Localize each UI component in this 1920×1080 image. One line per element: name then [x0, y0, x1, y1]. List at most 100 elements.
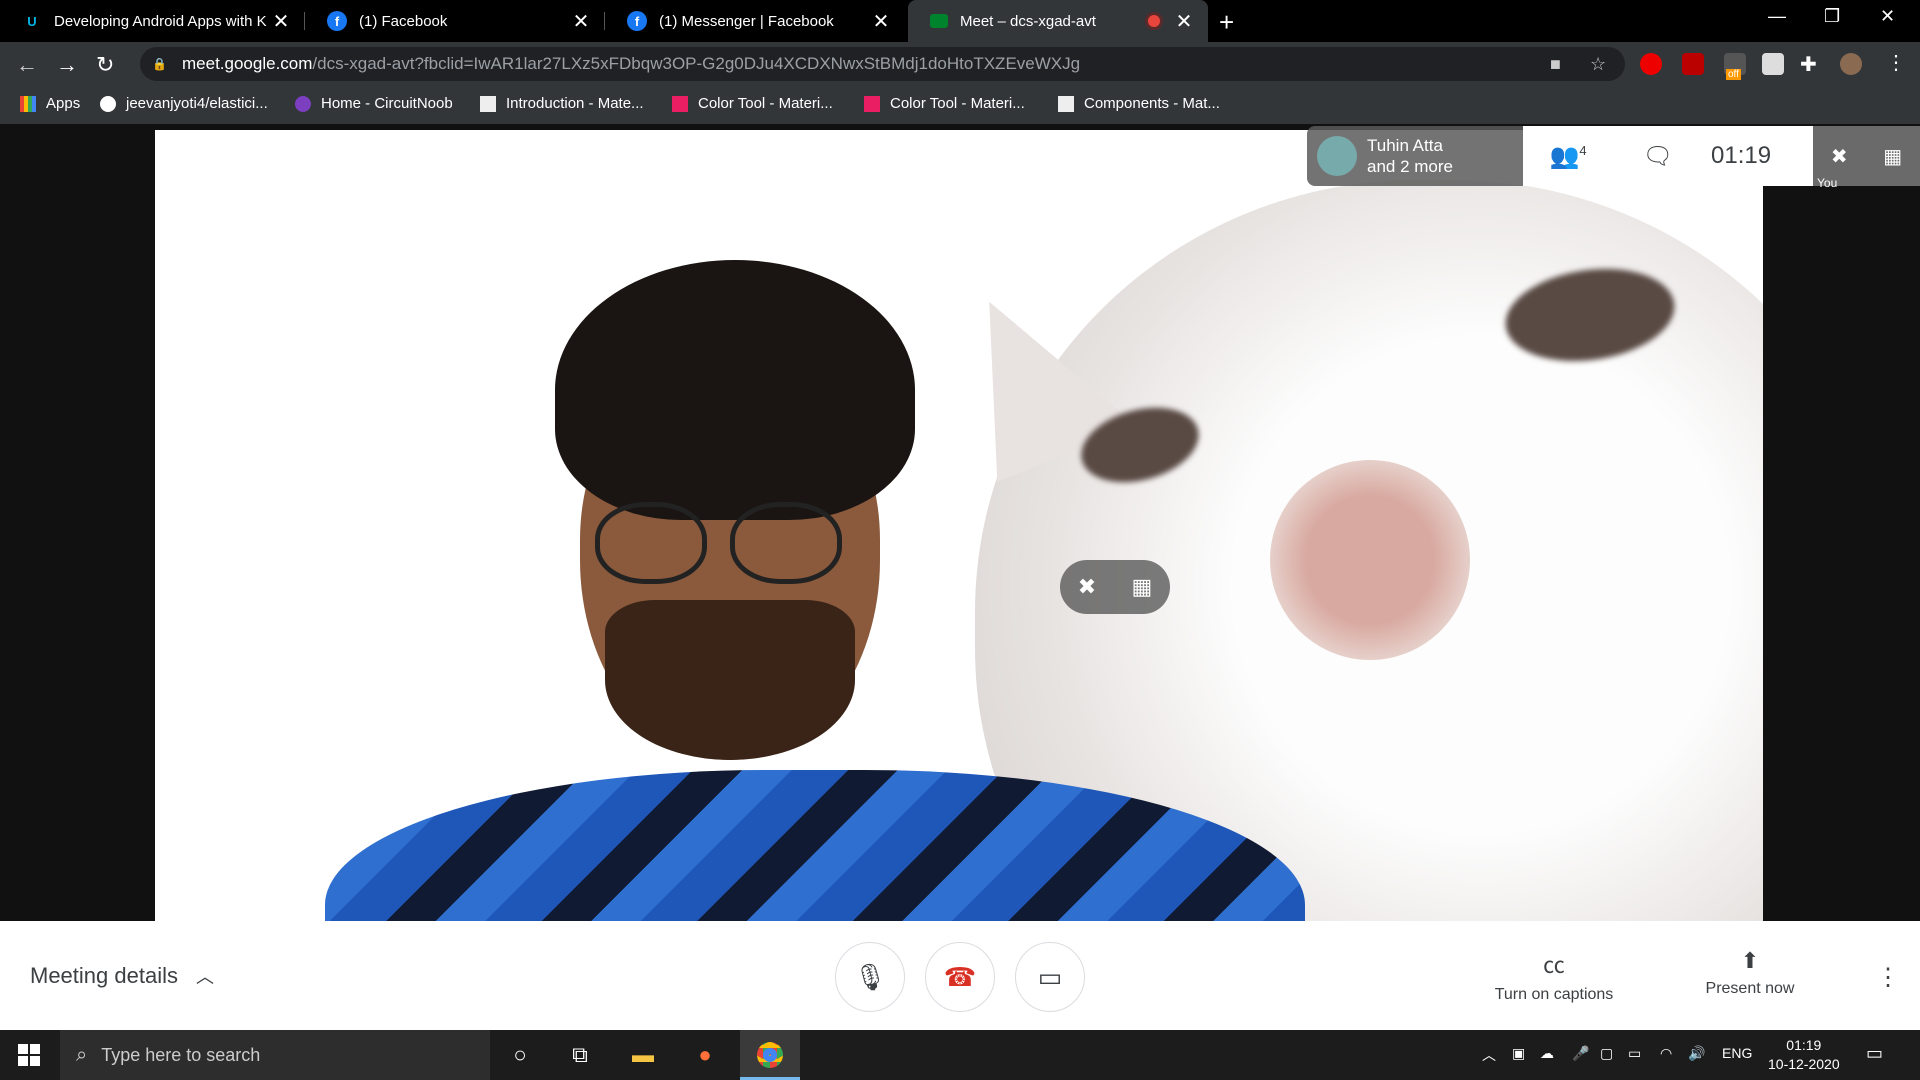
chrome-icon[interactable] — [755, 1040, 785, 1070]
captions-label: Turn on captions — [1494, 986, 1614, 1003]
new-tab-button[interactable]: + — [1219, 7, 1234, 38]
person-hair — [555, 260, 915, 520]
microphone-tray-icon[interactable]: 🎤 — [1572, 1045, 1589, 1062]
meet-bottom-bar: Meeting details ︿ 🎙 ☎ ▭ ㏄ Turn on captio… — [0, 921, 1920, 1030]
extension-badge: off — [1726, 69, 1741, 80]
udacity-icon: U — [27, 13, 37, 29]
glasses-right-lens — [730, 502, 842, 584]
onedrive-icon[interactable]: ☁ — [1540, 1045, 1554, 1062]
grid-icon[interactable]: ▦ — [1132, 574, 1153, 600]
self-label: You — [1817, 176, 1838, 190]
people-button[interactable]: 👥4 — [1523, 142, 1613, 171]
chat-button[interactable]: 🗨 — [1613, 142, 1703, 171]
closed-captions-icon: ㏄ — [1542, 953, 1565, 978]
clock-date: 10-12-2020 — [1768, 1056, 1840, 1072]
more-options-icon[interactable]: ⋮ — [1876, 963, 1900, 992]
chevron-up-icon: ︿ — [195, 967, 214, 987]
bookmarks-bar: Apps jeevanjyoti4/elastici... Home - Cir… — [0, 86, 1920, 124]
facebook-icon: f — [627, 11, 647, 31]
back-icon[interactable]: ← — [16, 52, 38, 78]
meet-stage: ✖ ▦ Tuhin Atta and 2 more 👥4 🗨 01:19 ✖ ▦… — [0, 124, 1920, 921]
address-bar[interactable]: 🔒 meet.google.com/dcs-xgad-avt?fbclid=Iw… — [140, 47, 1625, 81]
show-hidden-icons-icon[interactable]: ︿ — [1482, 1045, 1496, 1065]
tab-google-meet[interactable]: Meet – dcs-xgad-avt ✕ — [908, 0, 1208, 42]
file-explorer-icon[interactable]: ▬ — [628, 1040, 658, 1070]
unpin-icon[interactable]: ✖ — [1078, 574, 1096, 600]
person-beard — [605, 600, 855, 760]
glasses-left-lens — [595, 502, 707, 584]
taskbar-search[interactable]: ⌕ Type here to search — [60, 1030, 490, 1080]
tab-title: (1) Facebook — [359, 12, 448, 30]
camera-button[interactable]: ▭ — [1015, 942, 1085, 1012]
present-now-button[interactable]: ⬆ Present now — [1690, 948, 1810, 998]
tab-title: Developing Android Apps with K — [54, 12, 267, 30]
bookmark-color-tool-1[interactable]: Color Tool - Materi... — [672, 95, 833, 112]
reload-icon[interactable]: ↻ — [96, 52, 114, 78]
minimize-icon[interactable]: — — [1768, 6, 1786, 27]
url-text[interactable]: meet.google.com/dcs-xgad-avt?fbclid=IwAR… — [182, 54, 1080, 74]
tab-udacity[interactable]: U Developing Android Apps with K ✕ — [0, 0, 305, 42]
bookmark-material-intro[interactable]: Introduction - Mate... — [480, 95, 644, 112]
task-view-icon[interactable]: ⧉ — [565, 1040, 595, 1070]
extension-stop-icon[interactable] — [1640, 53, 1662, 75]
windows-taskbar: ⌕ Type here to search ○ ⧉ ▬ ● ︿ ▣ ☁ 🎤 ▢ … — [0, 1030, 1920, 1080]
language-indicator[interactable]: ENG — [1722, 1045, 1752, 1061]
participant-name: Tuhin Atta — [1367, 136, 1443, 155]
camera-icon[interactable]: ■ — [1550, 54, 1561, 75]
meeting-details-button[interactable]: Meeting details ︿ — [30, 963, 214, 989]
microphone-icon: 🎙 — [853, 961, 887, 992]
bookmark-circuitnoob[interactable]: Home - CircuitNoob — [295, 95, 453, 112]
pdf-extension-icon[interactable] — [1682, 53, 1704, 75]
bookmark-github[interactable]: jeevanjyoti4/elastici... — [100, 95, 268, 112]
cast-extension-icon[interactable] — [1762, 53, 1784, 75]
tray-app-icon[interactable]: ▣ — [1512, 1045, 1525, 1062]
browser-toolbar: ← → ↻ 🔒 meet.google.com/dcs-xgad-avt?fbc… — [0, 42, 1920, 86]
notifications-icon[interactable]: ▭ — [1866, 1043, 1883, 1064]
bookmark-components[interactable]: Components - Mat... — [1058, 95, 1220, 112]
meeting-clock: 01:19 — [1711, 142, 1772, 169]
present-screen-icon: ⬆ — [1740, 948, 1760, 973]
window-close-icon[interactable]: ✕ — [1880, 6, 1895, 27]
firefox-icon[interactable]: ● — [690, 1040, 720, 1070]
extensions-puzzle-icon[interactable]: ✚ — [1800, 52, 1817, 77]
close-icon[interactable]: ✕ — [1172, 9, 1196, 34]
bookmark-color-tool-2[interactable]: Color Tool - Materi... — [864, 95, 1025, 112]
restore-icon[interactable]: ❐ — [1824, 6, 1840, 27]
grid-icon[interactable]: ▦ — [1883, 144, 1902, 169]
people-icon: 👥 — [1549, 142, 1580, 170]
taskbar-clock[interactable]: 01:19 10-12-2020 — [1768, 1036, 1840, 1074]
tile-hover-controls[interactable]: ✖ ▦ — [1060, 560, 1170, 614]
close-icon[interactable]: ✕ — [869, 9, 893, 34]
tab-title: (1) Messenger | Facebook — [659, 12, 834, 30]
participant-count: 4 — [1579, 142, 1587, 158]
battery-icon[interactable]: ▭ — [1628, 1045, 1641, 1062]
wifi-icon[interactable]: ◠ — [1660, 1045, 1672, 1062]
windows-start-icon[interactable] — [18, 1044, 40, 1066]
tab-facebook[interactable]: f (1) Facebook ✕ — [305, 0, 605, 42]
meeting-details-label: Meeting details — [30, 963, 178, 988]
bookmark-star-icon[interactable]: ☆ — [1590, 54, 1606, 75]
tray-display-icon[interactable]: ▢ — [1600, 1045, 1613, 1062]
material-color-icon — [864, 95, 880, 112]
bookmark-apps[interactable]: Apps — [20, 95, 80, 112]
close-icon[interactable]: ✕ — [569, 9, 593, 34]
unpin-icon[interactable]: ✖ — [1831, 144, 1848, 169]
volume-icon[interactable]: 🔊 — [1688, 1045, 1705, 1062]
meet-top-controls: 👥4 🗨 01:19 — [1523, 126, 1813, 186]
clock-time: 01:19 — [1786, 1037, 1822, 1053]
hang-up-button[interactable]: ☎ — [925, 942, 995, 1012]
captions-button[interactable]: ㏄ Turn on captions — [1484, 948, 1624, 1004]
tab-title: Meet – dcs-xgad-avt — [960, 12, 1096, 30]
search-icon: ⌕ — [76, 1043, 88, 1066]
cortana-icon[interactable]: ○ — [505, 1040, 535, 1070]
tab-messenger[interactable]: f (1) Messenger | Facebook ✕ — [605, 0, 905, 42]
facebook-icon: f — [327, 11, 347, 31]
participant-video[interactable]: ✖ ▦ — [155, 130, 1763, 921]
close-icon[interactable]: ✕ — [269, 9, 293, 34]
chrome-menu-icon[interactable]: ⋮ — [1886, 50, 1906, 75]
participants-card[interactable]: Tuhin Atta and 2 more — [1307, 126, 1523, 186]
microphone-button[interactable]: 🎙 — [835, 942, 905, 1012]
forward-icon[interactable]: → — [56, 52, 78, 78]
profile-avatar[interactable] — [1840, 53, 1862, 75]
self-view-tile[interactable]: ✖ ▦ You — [1813, 126, 1920, 190]
